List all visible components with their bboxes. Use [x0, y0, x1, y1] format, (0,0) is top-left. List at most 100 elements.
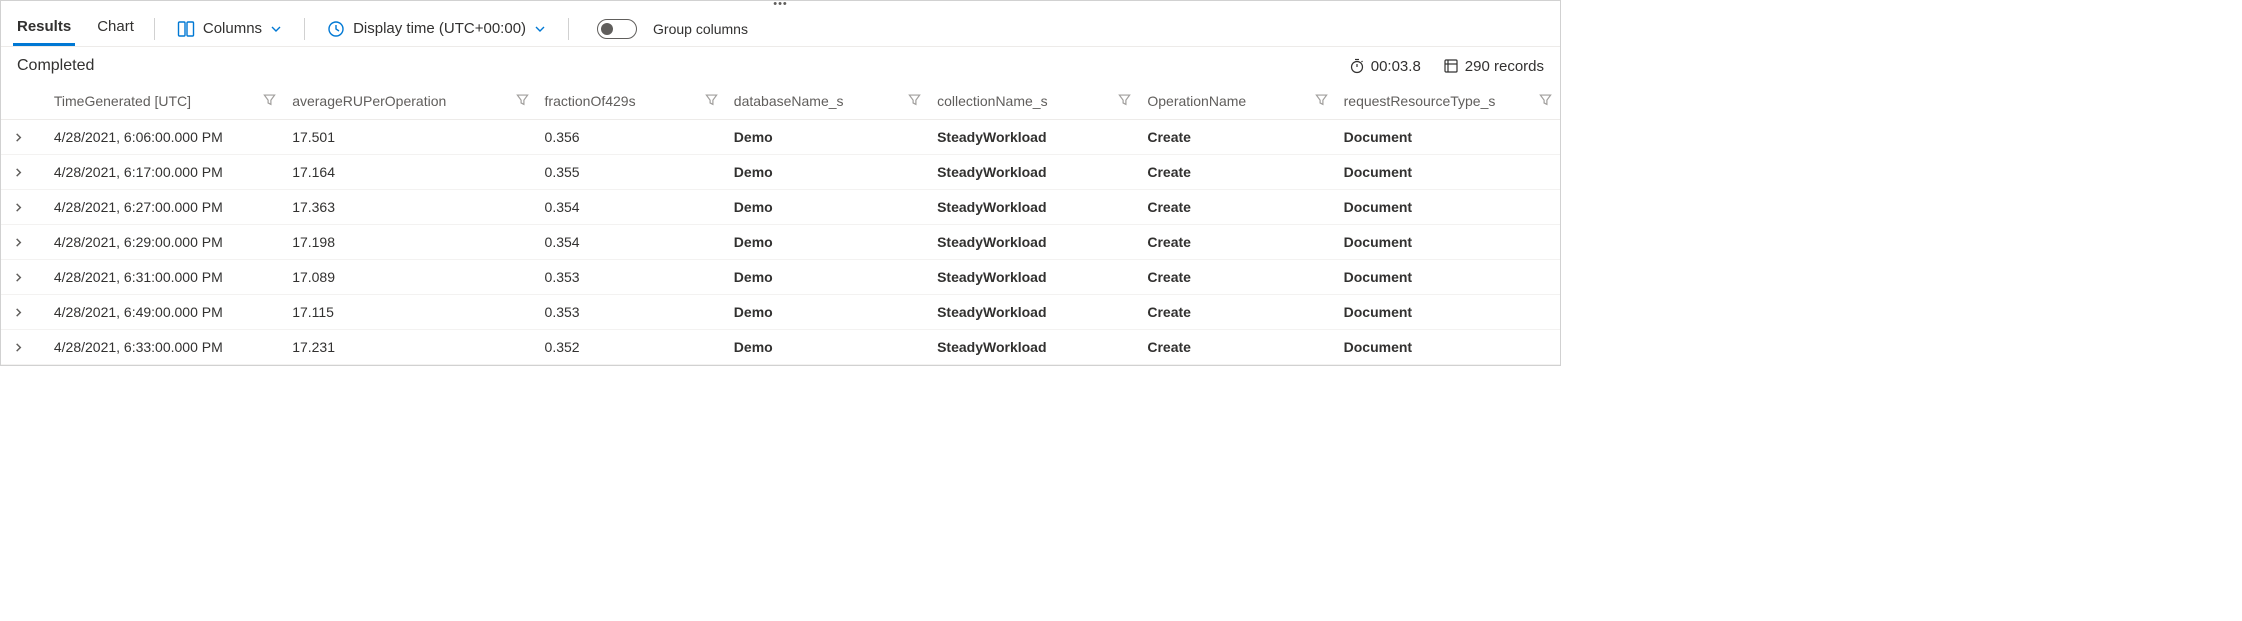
expand-row-button[interactable]	[9, 163, 27, 181]
columns-icon	[177, 20, 195, 38]
filter-icon[interactable]	[1315, 93, 1328, 109]
table-row[interactable]: 4/28/2021, 6:17:00.000 PM17.1640.355Demo…	[1, 155, 1560, 190]
cell-collectionName_s: SteadyWorkload	[929, 260, 1139, 295]
cell-averageRUPerOperation: 17.164	[284, 155, 536, 190]
clock-icon	[327, 20, 345, 38]
cell-databaseName_s: Demo	[726, 120, 929, 155]
column-header-fractionOf429s[interactable]: fractionOf429s	[537, 85, 726, 120]
cell-OperationName: Create	[1139, 260, 1335, 295]
cell-averageRUPerOperation: 17.363	[284, 190, 536, 225]
group-columns-toggle[interactable]	[597, 19, 637, 39]
records-icon	[1443, 58, 1459, 74]
divider	[154, 18, 155, 40]
expand-row-button[interactable]	[9, 268, 27, 286]
cell-databaseName_s: Demo	[726, 155, 929, 190]
cell-OperationName: Create	[1139, 120, 1335, 155]
cell-TimeGenerated: 4/28/2021, 6:49:00.000 PM	[46, 295, 284, 330]
table-row[interactable]: 4/28/2021, 6:49:00.000 PM17.1150.353Demo…	[1, 295, 1560, 330]
cell-requestResourceType_s: Document	[1336, 190, 1560, 225]
cell-OperationName: Create	[1139, 190, 1335, 225]
table-row[interactable]: 4/28/2021, 6:27:00.000 PM17.3630.354Demo…	[1, 190, 1560, 225]
cell-OperationName: Create	[1139, 330, 1335, 365]
duration-value: 00:03.8	[1371, 58, 1421, 75]
cell-fractionOf429s: 0.353	[537, 260, 726, 295]
expand-row-button[interactable]	[9, 128, 27, 146]
expand-row-button[interactable]	[9, 233, 27, 251]
cell-TimeGenerated: 4/28/2021, 6:17:00.000 PM	[46, 155, 284, 190]
column-label: collectionName_s	[937, 93, 1048, 109]
stopwatch-icon	[1349, 58, 1365, 74]
table-header: TimeGenerated [UTC] averageRUPerOperation…	[1, 85, 1560, 120]
column-label: databaseName_s	[734, 93, 844, 109]
cell-requestResourceType_s: Document	[1336, 260, 1560, 295]
expand-row-button[interactable]	[9, 198, 27, 216]
cell-fractionOf429s: 0.355	[537, 155, 726, 190]
column-header-averageRUPerOperation[interactable]: averageRUPerOperation	[284, 85, 536, 120]
cell-collectionName_s: SteadyWorkload	[929, 155, 1139, 190]
filter-icon[interactable]	[908, 93, 921, 109]
column-header-OperationName[interactable]: OperationName	[1139, 85, 1335, 120]
cell-OperationName: Create	[1139, 155, 1335, 190]
cell-requestResourceType_s: Document	[1336, 155, 1560, 190]
column-label: OperationName	[1147, 93, 1246, 109]
column-header-databaseName_s[interactable]: databaseName_s	[726, 85, 929, 120]
table-row[interactable]: 4/28/2021, 6:06:00.000 PM17.5010.356Demo…	[1, 120, 1560, 155]
table-row[interactable]: 4/28/2021, 6:29:00.000 PM17.1980.354Demo…	[1, 225, 1560, 260]
tabs: Results Chart	[13, 12, 138, 46]
cell-collectionName_s: SteadyWorkload	[929, 295, 1139, 330]
cell-OperationName: Create	[1139, 295, 1335, 330]
filter-icon[interactable]	[1539, 93, 1552, 109]
column-header-requestResourceType_s[interactable]: requestResourceType_s	[1336, 85, 1560, 120]
expand-row-button[interactable]	[9, 303, 27, 321]
cell-requestResourceType_s: Document	[1336, 225, 1560, 260]
cell-fractionOf429s: 0.353	[537, 295, 726, 330]
cell-averageRUPerOperation: 17.089	[284, 260, 536, 295]
filter-icon[interactable]	[705, 93, 718, 109]
cell-fractionOf429s: 0.352	[537, 330, 726, 365]
display-time-label: Display time (UTC+00:00)	[353, 20, 526, 37]
column-header-collectionName_s[interactable]: collectionName_s	[929, 85, 1139, 120]
cell-databaseName_s: Demo	[726, 225, 929, 260]
cell-databaseName_s: Demo	[726, 295, 929, 330]
tab-results[interactable]: Results	[13, 12, 75, 46]
cell-averageRUPerOperation: 17.501	[284, 120, 536, 155]
filter-icon[interactable]	[516, 93, 529, 109]
table-row[interactable]: 4/28/2021, 6:31:00.000 PM17.0890.353Demo…	[1, 260, 1560, 295]
records-value: 290 records	[1465, 58, 1544, 75]
cell-requestResourceType_s: Document	[1336, 120, 1560, 155]
status-duration: 00:03.8	[1349, 58, 1421, 75]
cell-requestResourceType_s: Document	[1336, 330, 1560, 365]
cell-collectionName_s: SteadyWorkload	[929, 225, 1139, 260]
cell-OperationName: Create	[1139, 225, 1335, 260]
tab-chart[interactable]: Chart	[93, 12, 138, 46]
cell-databaseName_s: Demo	[726, 190, 929, 225]
results-toolbar: Results Chart Columns Display time (UTC+…	[1, 7, 1560, 47]
cell-fractionOf429s: 0.356	[537, 120, 726, 155]
divider	[568, 18, 569, 40]
results-table: TimeGenerated [UTC] averageRUPerOperation…	[1, 85, 1560, 365]
filter-icon[interactable]	[263, 93, 276, 109]
table-row[interactable]: 4/28/2021, 6:33:00.000 PM17.2310.352Demo…	[1, 330, 1560, 365]
cell-TimeGenerated: 4/28/2021, 6:27:00.000 PM	[46, 190, 284, 225]
columns-button[interactable]: Columns	[171, 16, 288, 42]
status-bar: Completed 00:03.8 290 records	[1, 47, 1560, 85]
filter-icon[interactable]	[1118, 93, 1131, 109]
cell-averageRUPerOperation: 17.115	[284, 295, 536, 330]
columns-label: Columns	[203, 20, 262, 37]
cell-databaseName_s: Demo	[726, 260, 929, 295]
cell-collectionName_s: SteadyWorkload	[929, 190, 1139, 225]
column-header-TimeGenerated[interactable]: TimeGenerated [UTC]	[46, 85, 284, 120]
cell-databaseName_s: Demo	[726, 330, 929, 365]
column-label: fractionOf429s	[545, 93, 636, 109]
cell-averageRUPerOperation: 17.231	[284, 330, 536, 365]
column-label: TimeGenerated [UTC]	[54, 93, 191, 109]
cell-requestResourceType_s: Document	[1336, 295, 1560, 330]
cell-TimeGenerated: 4/28/2021, 6:31:00.000 PM	[46, 260, 284, 295]
toggle-knob	[601, 23, 613, 35]
status-records: 290 records	[1443, 58, 1544, 75]
cell-fractionOf429s: 0.354	[537, 190, 726, 225]
display-time-button[interactable]: Display time (UTC+00:00)	[321, 16, 552, 42]
chevron-down-icon	[534, 23, 546, 35]
expand-row-button[interactable]	[9, 338, 27, 356]
cell-collectionName_s: SteadyWorkload	[929, 330, 1139, 365]
